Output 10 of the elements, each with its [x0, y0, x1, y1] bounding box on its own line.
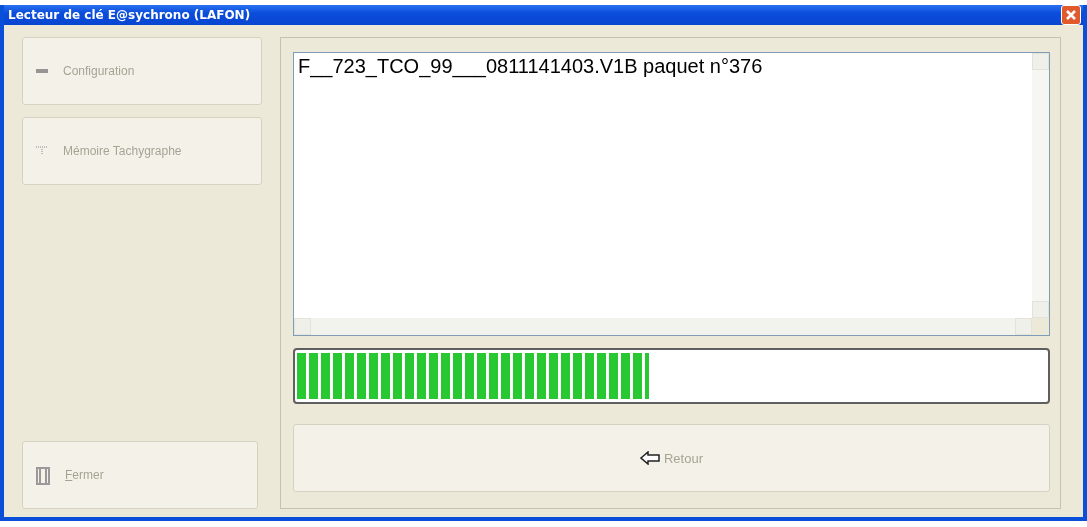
window-title: Lecteur de clé E@sychrono (LAFON): [7, 8, 251, 22]
door-icon: [35, 465, 51, 485]
close-icon: [1065, 9, 1077, 21]
close-button[interactable]: [1061, 5, 1081, 25]
scrollbar-corner: [1032, 318, 1049, 335]
vertical-scrollbar[interactable]: [1032, 53, 1049, 318]
horizontal-scrollbar[interactable]: [294, 318, 1032, 335]
card-icon: [35, 145, 49, 157]
left-arrow-icon: [640, 451, 660, 465]
log-line: F__723_TCO_99___0811141403.V1B paquet n°376: [298, 55, 764, 78]
